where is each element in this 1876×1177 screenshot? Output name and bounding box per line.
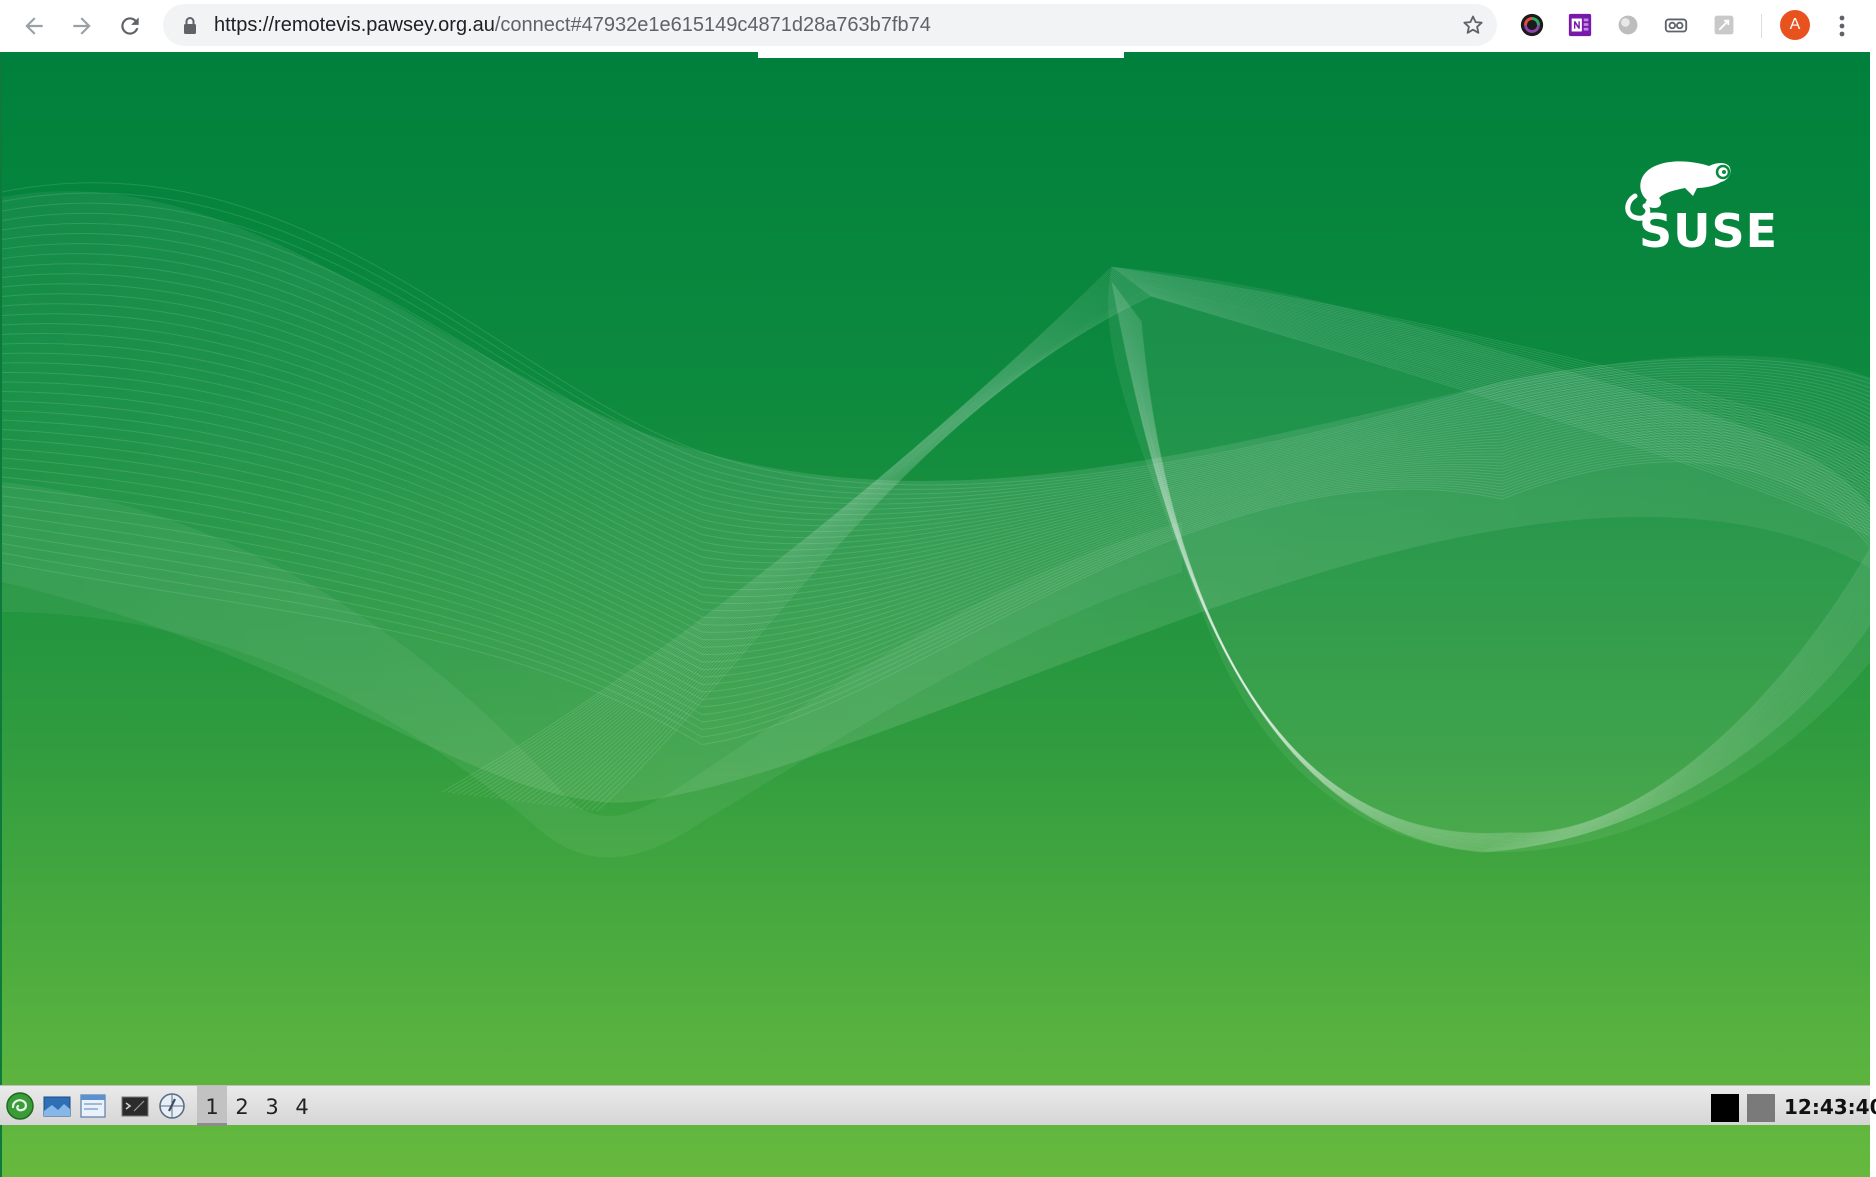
web-browser-icon[interactable] [157, 1091, 187, 1121]
remote-desktop[interactable]: SUSE [0, 52, 1876, 1177]
color-picker-icon[interactable] [1518, 11, 1546, 39]
onenote-icon[interactable] [1566, 11, 1594, 39]
desktop-wallpaper [2, 182, 1876, 858]
toolbar-separator [1761, 14, 1762, 38]
reload-icon [121, 17, 139, 35]
puzzle-extension-icon[interactable] [1710, 11, 1738, 39]
profile-avatar[interactable]: A [1780, 10, 1810, 40]
terminal-icon[interactable] [120, 1091, 150, 1121]
vr-headset-icon[interactable] [1662, 11, 1690, 39]
workspace-2[interactable]: 2 [227, 1086, 257, 1126]
clock[interactable]: 12:43:40 [1784, 1086, 1876, 1126]
url-host: https://remotevis.pawsey.org.au [214, 14, 495, 36]
window-edge [1870, 52, 1876, 1177]
url-path: /connect#47932e1e615149c4871d28a763b7fb7… [494, 14, 931, 36]
show-desktop-icon[interactable] [42, 1091, 72, 1121]
address-bar[interactable]: https://remotevis.pawsey.org.au/connect#… [163, 4, 1497, 46]
back-button[interactable] [16, 8, 52, 44]
network-monitor[interactable] [1747, 1094, 1775, 1122]
suse-logo-text: SUSE [1639, 204, 1778, 252]
start-menu-icon[interactable] [5, 1091, 35, 1121]
forward-button[interactable] [64, 8, 100, 44]
bookmark-star-icon[interactable] [1461, 13, 1485, 37]
lock-icon [184, 17, 196, 34]
suse-logo: SUSE [1625, 161, 1778, 252]
workspace-1[interactable]: 1 [197, 1086, 227, 1126]
file-manager-icon[interactable] [78, 1091, 108, 1121]
circle-extension-icon[interactable] [1614, 11, 1642, 39]
remote-session-bar[interactable] [758, 52, 1124, 58]
cpu-monitor[interactable] [1711, 1094, 1739, 1122]
more-menu-icon[interactable] [1830, 12, 1854, 40]
url-text[interactable]: https://remotevis.pawsey.org.au/connect#… [214, 4, 931, 46]
workspace-4[interactable]: 4 [287, 1086, 317, 1126]
arrow-right-icon [73, 17, 91, 35]
desktop-taskbar: 1 2 3 4 12:43:40 [0, 1085, 1876, 1126]
reload-button[interactable] [112, 8, 148, 44]
workspace-3[interactable]: 3 [257, 1086, 287, 1126]
arrow-left-icon [25, 17, 43, 35]
browser-toolbar: https://remotevis.pawsey.org.au/connect#… [0, 0, 1876, 52]
